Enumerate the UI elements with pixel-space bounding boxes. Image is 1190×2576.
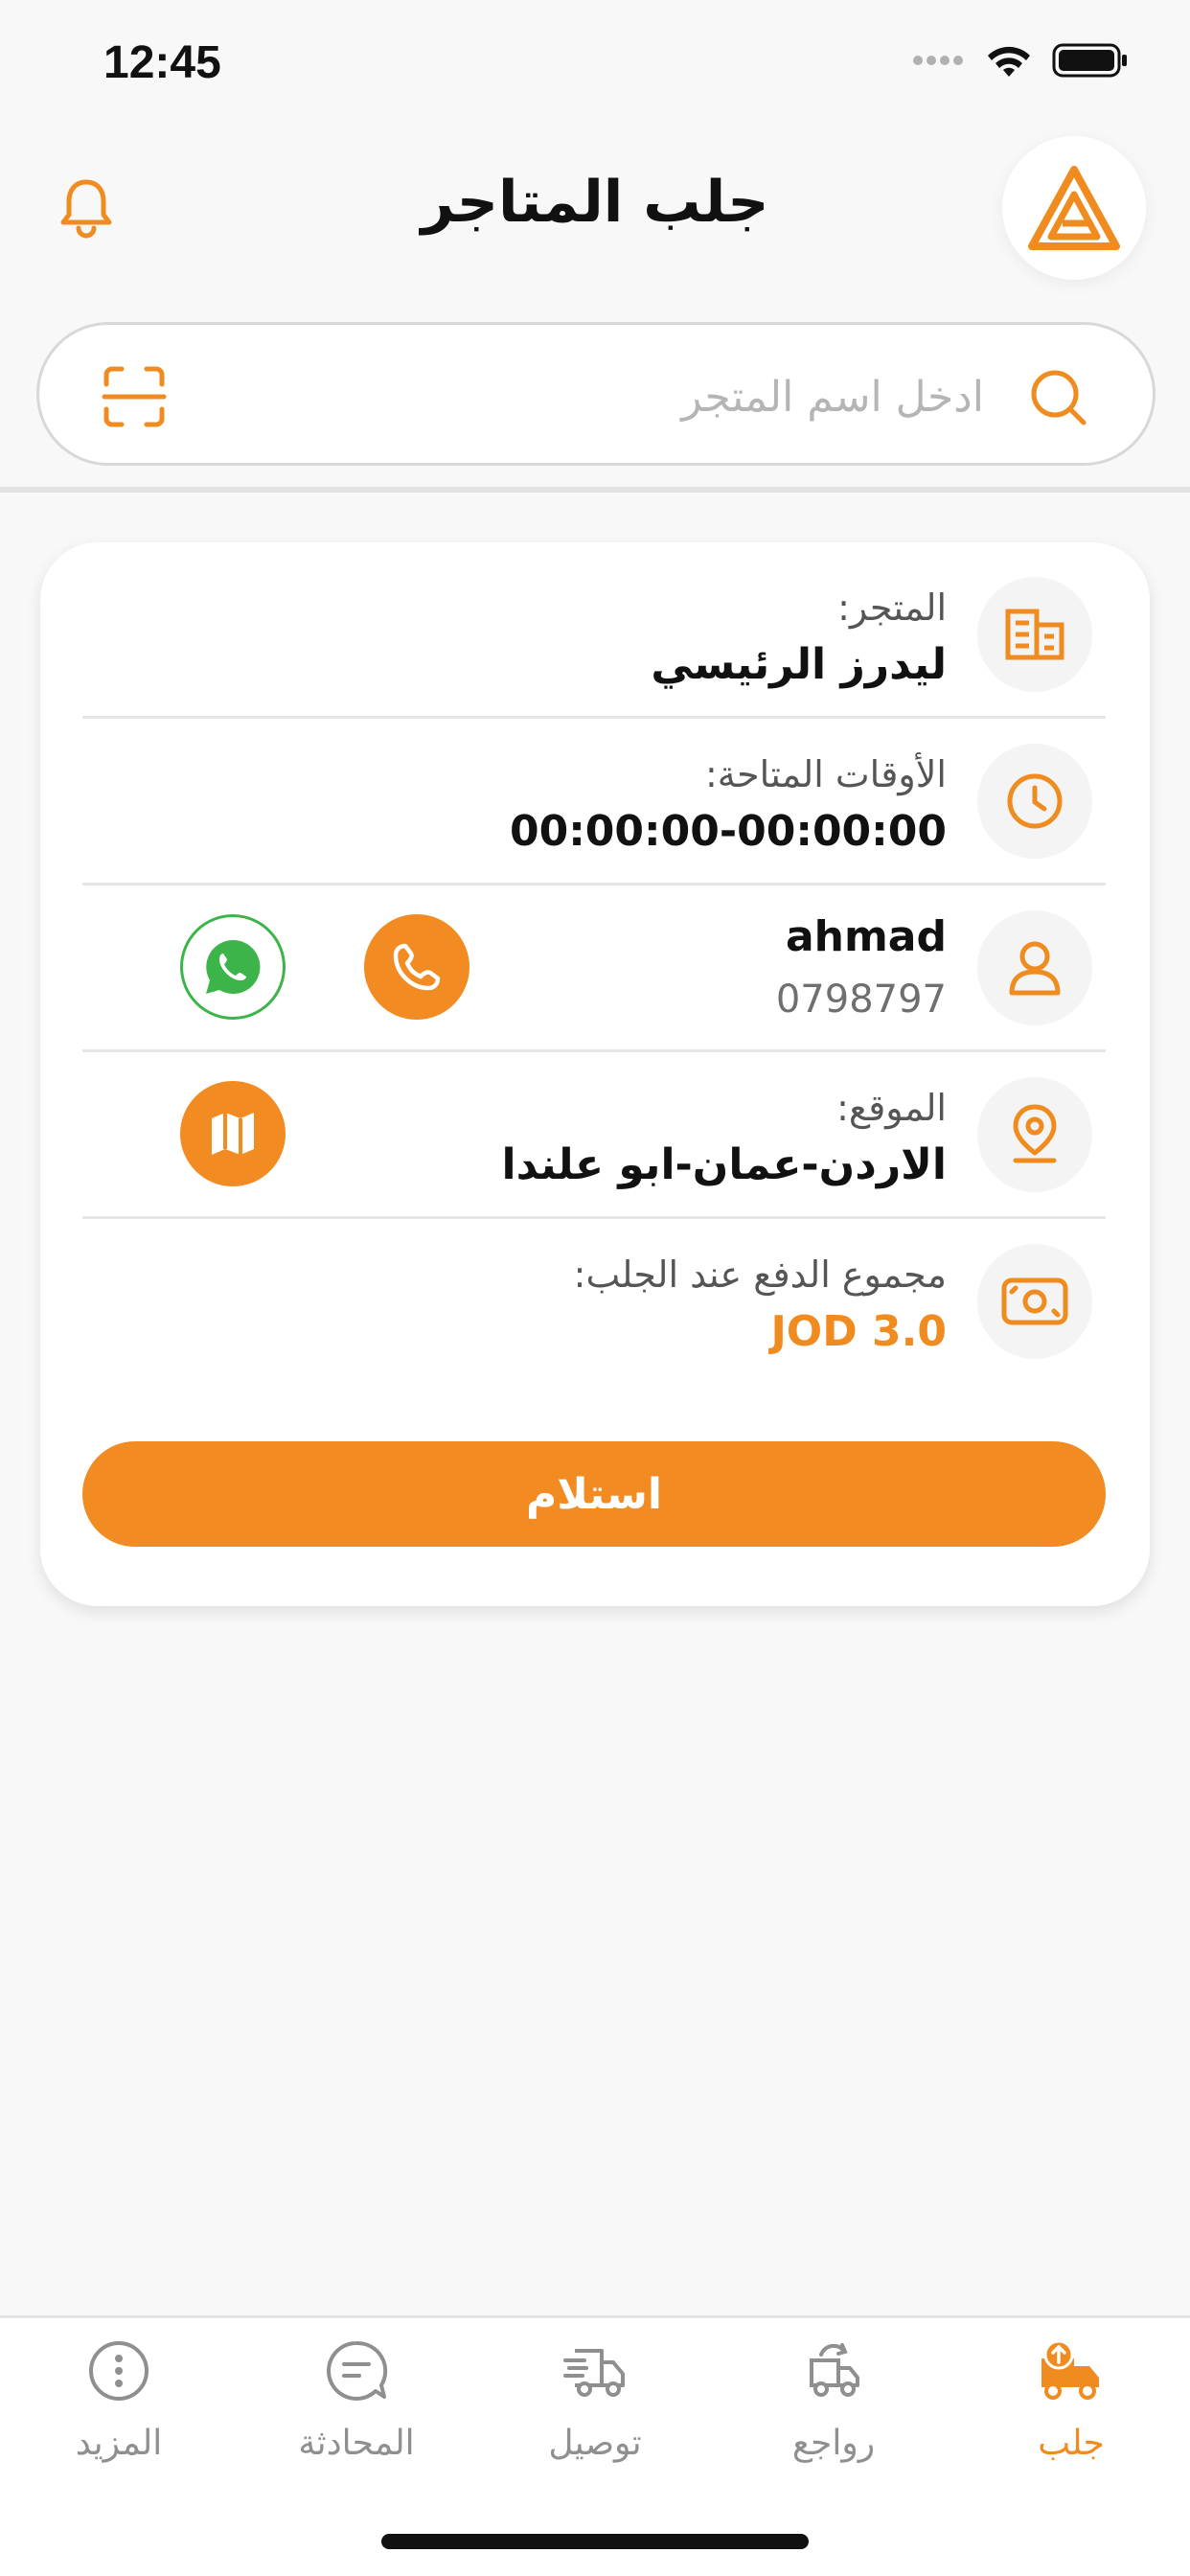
contact-icon-circle [977, 910, 1092, 1025]
building-icon [1005, 609, 1064, 660]
logo-triangle-icon [1028, 166, 1120, 250]
hours-label: الأوقات المتاحة: [705, 753, 947, 795]
more-icon [89, 2341, 149, 2401]
search-icon[interactable] [1024, 363, 1091, 430]
signal-dots-icon [913, 56, 963, 65]
delivery-truck-icon [563, 2349, 625, 2397]
search-bar [36, 322, 1156, 466]
hours-value: 00:00:00-00:00:00 [509, 807, 947, 856]
store-card: المتجر: ليدرز الرئيسي الأوقات المتاحة: 0… [40, 542, 1150, 1606]
location-label: الموقع: [836, 1087, 947, 1129]
store-label: المتجر: [837, 586, 947, 629]
store-row: المتجر: ليدرز الرئيسي [82, 552, 1106, 719]
nav-label-delivery: توصيل [548, 2424, 642, 2463]
status-time: 12:45 [103, 37, 221, 88]
nav-label-pickup: جلب [1038, 2424, 1105, 2463]
contact-phone: 0798797 [775, 978, 947, 1022]
phone-icon [393, 943, 441, 991]
clock-icon [1007, 773, 1063, 829]
scan-icon[interactable] [101, 363, 168, 430]
hours-row: الأوقات المتاحة: 00:00:00-00:00:00 [82, 719, 1106, 886]
app-logo [1002, 136, 1146, 280]
payment-icon-circle [977, 1244, 1092, 1359]
map-button[interactable] [180, 1081, 286, 1186]
status-icons [912, 42, 1129, 79]
map-icon [212, 1113, 254, 1155]
user-icon [1009, 941, 1061, 996]
chat-icon [327, 2340, 388, 2401]
call-button[interactable] [364, 914, 469, 1020]
nav-item-delivery[interactable]: توصيل [476, 2337, 714, 2481]
header-divider [0, 487, 1190, 493]
whatsapp-button[interactable] [180, 914, 286, 1020]
nav-item-more[interactable]: المزيد [0, 2337, 238, 2481]
contact-name: ahmad [785, 912, 947, 961]
nav-item-chat[interactable]: المحادثة [238, 2337, 475, 2481]
pickup-truck-icon [1041, 2339, 1099, 2400]
search-input[interactable] [294, 359, 984, 434]
home-indicator [381, 2534, 809, 2549]
returns-truck-icon [810, 2343, 859, 2397]
receive-button[interactable]: استلام [82, 1441, 1106, 1547]
contact-row: ahmad 0798797 [82, 886, 1106, 1052]
wifi-icon [988, 46, 1030, 77]
whatsapp-icon [206, 939, 261, 994]
nav-label-chat: المحادثة [298, 2424, 415, 2463]
cash-icon [1001, 1277, 1068, 1325]
payment-amount: JOD 3.0 [770, 1307, 947, 1356]
nav-label-more: المزيد [75, 2424, 163, 2463]
location-row: الموقع: الاردن-عمان-ابو علندا [82, 1052, 1106, 1219]
nav-item-returns[interactable]: رواجع [715, 2337, 952, 2481]
battery-icon [1052, 43, 1127, 78]
store-icon-circle [977, 577, 1092, 692]
nav-item-pickup[interactable]: جلب [952, 2337, 1190, 2481]
location-value: الاردن-عمان-ابو علندا [501, 1140, 947, 1189]
hours-icon-circle [977, 744, 1092, 859]
nav-label-returns: رواجع [791, 2424, 876, 2463]
payment-row: مجموع الدفع عند الجلب: JOD 3.0 [82, 1219, 1106, 1386]
location-icon-circle [977, 1077, 1092, 1192]
location-pin-icon [1013, 1104, 1057, 1163]
store-name: ليدرز الرئيسي [651, 640, 947, 689]
payment-label: مجموع الدفع عند الجلب: [573, 1254, 947, 1296]
